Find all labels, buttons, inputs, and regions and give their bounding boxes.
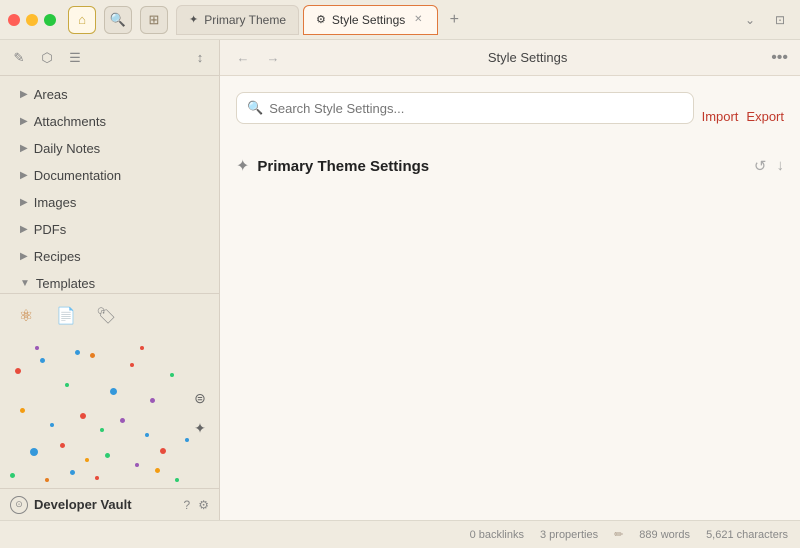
search-bar: 🔍: [236, 92, 694, 124]
arrow-icon: ▼: [20, 278, 30, 289]
sidebar-item-recipes-label: Recipes: [34, 249, 81, 264]
content-body: 🔍 Import Export ✦ Primary Theme Settings…: [220, 76, 800, 520]
sidebar-expand-icon[interactable]: ⊡: [768, 8, 792, 32]
sidebar-item-areas[interactable]: ▶ Areas: [4, 81, 215, 107]
forward-button[interactable]: →: [262, 47, 284, 69]
style-settings-tab-icon: ⚙: [316, 13, 326, 26]
graph-tab-icon[interactable]: ⚛: [12, 302, 40, 330]
sidebar: ✎ ⬡ ☰ ↕ ▶ Areas ▶ Attachments ▶ Daily No…: [0, 40, 220, 520]
content-header: ← → Style Settings •••: [220, 40, 800, 76]
import-button[interactable]: Import: [702, 109, 739, 124]
style-settings-tab-close[interactable]: ✕: [411, 13, 425, 27]
vault-settings-icon[interactable]: ⚙: [198, 498, 209, 512]
arrow-icon: ▶: [20, 89, 28, 100]
graph-magic-icon[interactable]: ✦: [189, 417, 211, 439]
graph-area: ⊜ ✦: [0, 338, 219, 488]
new-note-icon[interactable]: ✎: [8, 47, 30, 69]
sidebar-item-images[interactable]: ▶ Images: [4, 189, 215, 215]
primary-theme-tab-icon: ✦: [189, 13, 198, 26]
sidebar-item-templates[interactable]: ▼ Templates: [4, 270, 215, 293]
sidebar-toolbar-icons: ⌂ 🔍 ⊞: [68, 6, 168, 34]
new-canvas-icon[interactable]: ⬡: [36, 47, 58, 69]
edit-icon: ✏: [614, 528, 623, 541]
search-icon[interactable]: 🔍: [104, 6, 132, 34]
traffic-lights: [8, 14, 56, 26]
search-input[interactable]: [269, 101, 682, 116]
title-bar-right: ⌄ ⊡: [738, 8, 792, 32]
title-bar: ⌂ 🔍 ⊞ ✦ Primary Theme ⚙ Style Settings ✕…: [0, 0, 800, 40]
sidebar-item-areas-label: Areas: [34, 87, 68, 102]
minimize-button[interactable]: [26, 14, 38, 26]
arrow-icon: ▶: [20, 170, 28, 181]
sidebar-nav: ▶ Areas ▶ Attachments ▶ Daily Notes ▶ Do…: [0, 76, 219, 293]
export-button[interactable]: Export: [746, 109, 784, 124]
sidebar-bottom-tabs: ⚛ 📄 🏷: [0, 294, 219, 338]
properties-status: 3 properties: [540, 529, 598, 541]
home-icon[interactable]: ⌂: [68, 6, 96, 34]
backlinks-status: 0 backlinks: [470, 529, 524, 541]
sidebar-item-templates-label: Templates: [36, 276, 95, 291]
edit-icon-status: ✏: [614, 528, 623, 541]
tabs-area: ✦ Primary Theme ⚙ Style Settings ✕ +: [176, 5, 738, 35]
sidebar-item-documentation-label: Documentation: [34, 168, 121, 183]
arrow-icon: ▶: [20, 197, 28, 208]
arrow-icon: ▶: [20, 143, 28, 154]
properties-value: 3 properties: [540, 529, 598, 541]
download-icon[interactable]: ↓: [777, 157, 785, 175]
vault-name: Developer Vault: [34, 497, 178, 512]
sidebar-item-daily-notes-label: Daily Notes: [34, 141, 100, 156]
style-settings-tab[interactable]: ⚙ Style Settings ✕: [303, 5, 438, 35]
settings-header-actions: ↺ ↓: [754, 157, 784, 175]
maximize-button[interactable]: [44, 14, 56, 26]
vault-bar-icons: ? ⚙: [184, 498, 209, 512]
back-button[interactable]: ←: [232, 47, 254, 69]
arrow-icon: ▶: [20, 251, 28, 262]
primary-theme-tab[interactable]: ✦ Primary Theme: [176, 5, 299, 35]
sidebar-item-pdfs[interactable]: ▶ PDFs: [4, 216, 215, 242]
settings-section-title: Primary Theme Settings: [257, 158, 429, 175]
vault-bar: ⊙ Developer Vault ? ⚙: [0, 488, 219, 520]
settings-section-icon: ✦: [236, 156, 249, 176]
new-list-icon[interactable]: ☰: [64, 47, 86, 69]
tags-tab-icon[interactable]: 🏷: [92, 302, 120, 330]
settings-header-row: ✦ Primary Theme Settings ↺ ↓: [236, 152, 784, 180]
search-bar-icon: 🔍: [247, 100, 263, 116]
sidebar-item-recipes[interactable]: ▶ Recipes: [4, 243, 215, 269]
add-tab-button[interactable]: +: [442, 8, 466, 32]
sidebar-item-images-label: Images: [34, 195, 77, 210]
status-bar: 0 backlinks 3 properties ✏ 889 words 5,6…: [0, 520, 800, 548]
vault-help-icon[interactable]: ?: [184, 498, 191, 512]
graph-filter-icon[interactable]: ⊜: [189, 387, 211, 409]
close-button[interactable]: [8, 14, 20, 26]
words-status: 889 words: [639, 529, 690, 541]
words-value: 889 words: [639, 529, 690, 541]
sidebar-bottom: ⚛ 📄 🏷 ⊜ ✦ ⊙ Developer Vault ? ⚙: [0, 293, 219, 520]
backlinks-value: 0 backlinks: [470, 529, 524, 541]
primary-theme-tab-label: Primary Theme: [204, 13, 286, 27]
main-layout: ✎ ⬡ ☰ ↕ ▶ Areas ▶ Attachments ▶ Daily No…: [0, 40, 800, 520]
graph-controls: ⊜ ✦: [189, 387, 211, 439]
reset-icon[interactable]: ↺: [754, 157, 767, 175]
sidebar-item-daily-notes[interactable]: ▶ Daily Notes: [4, 135, 215, 161]
content-menu-icon[interactable]: •••: [771, 49, 788, 67]
style-settings-tab-label: Style Settings: [332, 13, 405, 27]
vault-icon: ⊙: [10, 496, 28, 514]
sidebar-item-attachments-label: Attachments: [34, 114, 106, 129]
sort-icon[interactable]: ↕: [189, 47, 211, 69]
characters-value: 5,621 characters: [706, 529, 788, 541]
content-area: ← → Style Settings ••• 🔍 Import Export ✦…: [220, 40, 800, 520]
content-header-title: Style Settings: [292, 50, 763, 65]
arrow-icon: ▶: [20, 224, 28, 235]
layout-icon[interactable]: ⊞: [140, 6, 168, 34]
chevron-down-icon[interactable]: ⌄: [738, 8, 762, 32]
sidebar-toolbar: ✎ ⬡ ☰ ↕: [0, 40, 219, 76]
sidebar-item-documentation[interactable]: ▶ Documentation: [4, 162, 215, 188]
characters-status: 5,621 characters: [706, 529, 788, 541]
sidebar-item-pdfs-label: PDFs: [34, 222, 67, 237]
sidebar-item-attachments[interactable]: ▶ Attachments: [4, 108, 215, 134]
arrow-icon: ▶: [20, 116, 28, 127]
files-tab-icon[interactable]: 📄: [52, 302, 80, 330]
